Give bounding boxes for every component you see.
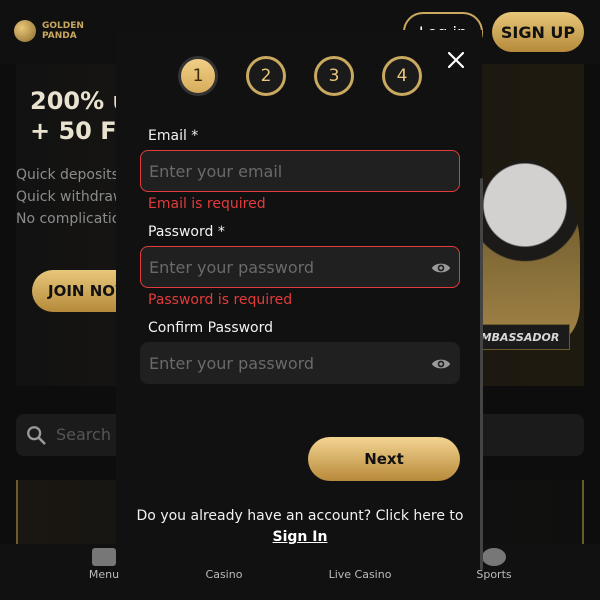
step-3: 3: [314, 56, 354, 96]
close-icon[interactable]: [446, 50, 466, 70]
search-placeholder: Search: [56, 425, 111, 444]
menu-icon: [92, 548, 116, 566]
signin-link[interactable]: Sign In: [273, 529, 328, 545]
eye-icon[interactable]: [431, 354, 451, 374]
logo-text: GOLDEN PANDA: [42, 21, 84, 41]
logo[interactable]: GOLDEN PANDA: [14, 20, 84, 42]
logo-text-line-1: GOLDEN: [42, 21, 84, 31]
password-field[interactable]: Enter your password: [140, 246, 460, 288]
hero-sub-line-2: Quick withdraw: [16, 189, 125, 205]
email-error: Email is required: [148, 196, 266, 212]
password-label: Password *: [148, 224, 225, 240]
hero-title-line-2: + 50 Fr: [30, 117, 127, 145]
hero-subtitle: Quick deposits Quick withdraw No complic…: [16, 164, 124, 230]
confirm-password-label: Confirm Password: [148, 320, 274, 336]
hero-sub-line-3: No complicatio: [16, 211, 121, 227]
hero-title-line-1: 200% u: [30, 87, 130, 115]
page: GOLDEN PANDA Log in SIGN UP 200% u + 50 …: [0, 0, 600, 600]
next-button[interactable]: Next: [308, 437, 460, 481]
email-label: Email *: [148, 128, 199, 144]
panda-ambassador-image: [470, 160, 580, 340]
signin-prompt-text: Do you already have an account? Click he…: [136, 508, 464, 524]
password-placeholder: Enter your password: [149, 257, 315, 277]
email-placeholder: Enter your email: [149, 161, 283, 181]
step-2: 2: [246, 56, 286, 96]
panda-logo-icon: [14, 20, 36, 42]
step-4: 4: [382, 56, 422, 96]
modal-scrollbar[interactable]: [480, 178, 483, 570]
signin-prompt: Do you already have an account? Click he…: [130, 506, 470, 548]
confirm-password-field[interactable]: Enter your password: [140, 342, 460, 384]
logo-text-line-2: PANDA: [42, 31, 77, 41]
password-error: Password is required: [148, 292, 293, 308]
email-field[interactable]: Enter your email: [140, 150, 460, 192]
sports-icon: [482, 548, 506, 566]
hero-sub-line-1: Quick deposits: [16, 167, 119, 183]
signup-button[interactable]: SIGN UP: [492, 12, 584, 52]
ambassador-badge: MBASSADOR: [470, 324, 570, 350]
hero-title: 200% u + 50 Fr: [30, 86, 130, 146]
confirm-password-placeholder: Enter your password: [149, 353, 315, 373]
nav-menu-label: Menu: [88, 568, 120, 581]
eye-icon[interactable]: [431, 258, 451, 278]
step-1: 1: [178, 56, 218, 96]
search-icon: [27, 426, 46, 445]
step-indicator: 1 2 3 4: [178, 56, 424, 98]
